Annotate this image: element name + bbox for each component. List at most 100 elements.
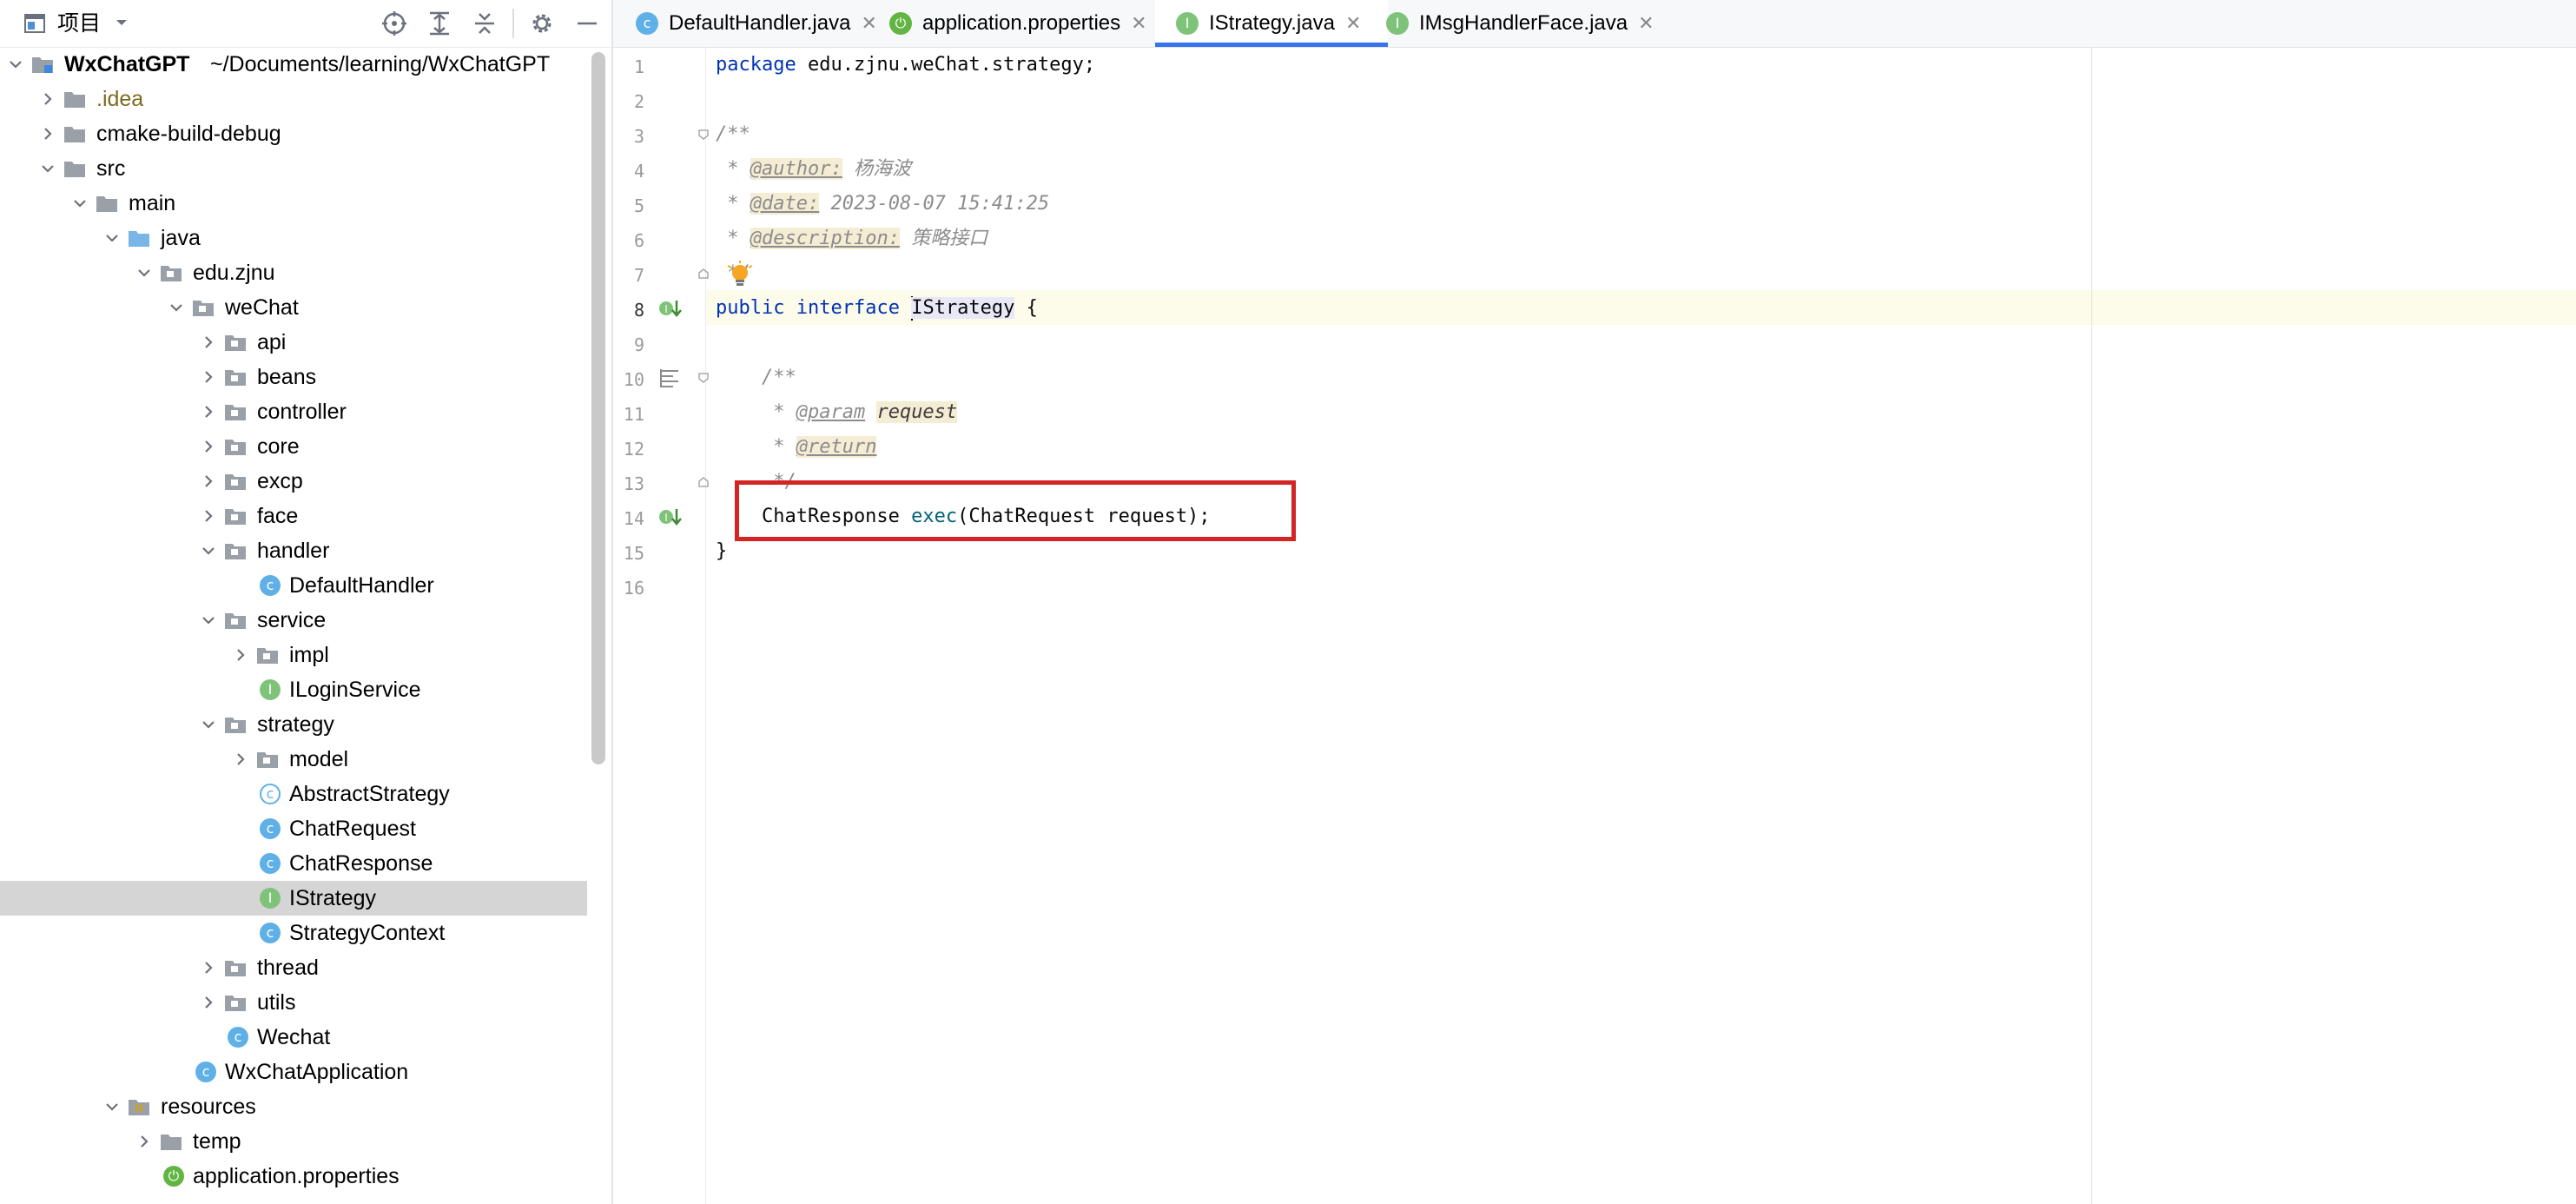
tree-item[interactable]: resources [0, 1089, 587, 1124]
chevron-right-icon[interactable] [200, 959, 217, 976]
tree-item[interactable]: c ChatRequest [0, 811, 587, 846]
tree-item[interactable]: c Wechat [0, 1020, 587, 1055]
line-number[interactable]: 11 [613, 404, 644, 425]
tree-item[interactable]: excp [0, 464, 587, 499]
tree-item[interactable]: edu.zjnu [0, 255, 587, 290]
chevron-down-icon[interactable] [200, 542, 217, 559]
fold-icon[interactable] [697, 129, 710, 141]
tab-application-properties[interactable]: ⏻ application.properties ✕ [879, 0, 1185, 47]
tree-item[interactable]: beans [0, 360, 587, 394]
tree-item[interactable]: face [0, 499, 587, 533]
scrollbar-thumb[interactable] [591, 52, 605, 764]
tree-item[interactable]: temp [0, 1124, 587, 1159]
tree-item[interactable]: impl [0, 638, 587, 672]
chevron-right-icon[interactable] [232, 646, 249, 664]
tree-item[interactable]: .idea [0, 82, 587, 116]
fold-icon[interactable] [697, 268, 710, 280]
fold-icon[interactable] [697, 476, 710, 488]
tree-item-label: IStrategy [289, 886, 377, 910]
tree-item[interactable]: src [0, 151, 587, 186]
gear-icon[interactable] [528, 10, 556, 37]
line-number[interactable]: 5 [613, 195, 644, 216]
chevron-right-icon[interactable] [200, 334, 217, 351]
chevron-down-icon[interactable] [39, 160, 56, 177]
panel-title[interactable]: 项目 [57, 9, 101, 38]
collapse-all-icon[interactable] [471, 10, 499, 37]
chevron-down-icon[interactable] [113, 14, 130, 31]
locate-icon[interactable] [380, 10, 408, 37]
line-number[interactable]: 1 [613, 56, 644, 77]
implemented-icon[interactable]: I [658, 506, 683, 533]
close-icon[interactable]: ✕ [861, 12, 876, 35]
tree-item[interactable]: I IStrategy [0, 881, 587, 916]
line-number[interactable]: 3 [613, 126, 644, 147]
chevron-right-icon[interactable] [39, 125, 56, 142]
chevron-down-icon[interactable] [135, 264, 153, 281]
chevron-down-icon[interactable] [7, 56, 24, 73]
chevron-right-icon[interactable] [200, 473, 217, 490]
tree-item[interactable]: weChat [0, 290, 587, 325]
project-view-icon[interactable] [23, 11, 47, 36]
minimize-icon[interactable] [573, 10, 601, 37]
chevron-down-icon[interactable] [168, 299, 185, 316]
line-number[interactable]: 14 [613, 508, 644, 529]
tree-item[interactable]: handler [0, 533, 587, 568]
chevron-right-icon[interactable] [232, 751, 249, 768]
tree-item[interactable]: ⏻ application.properties [0, 1159, 587, 1194]
lightbulb-icon[interactable] [726, 261, 754, 294]
tree-item[interactable]: controller [0, 394, 587, 429]
tree-item[interactable]: utils [0, 985, 587, 1020]
tree-item[interactable]: WxChatGPT ~/Documents/learning/WxChatGPT [0, 47, 587, 82]
line-number[interactable]: 12 [613, 439, 644, 460]
tree-item[interactable]: cmake-build-debug [0, 116, 587, 151]
line-number[interactable]: 15 [613, 543, 644, 564]
line-number[interactable]: 8 [613, 300, 644, 321]
tree-item[interactable]: thread [0, 950, 587, 985]
tab-defaulthandler[interactable]: c DefaultHandler.java ✕ [625, 0, 914, 47]
line-number[interactable]: 13 [613, 473, 644, 494]
chevron-right-icon[interactable] [200, 368, 217, 386]
line-number[interactable]: 7 [613, 265, 644, 286]
implemented-icon[interactable]: I [658, 297, 683, 324]
tree-item[interactable]: service [0, 603, 587, 638]
line-number[interactable]: 10 [613, 369, 644, 390]
tree-item[interactable]: c WxChatApplication [0, 1055, 587, 1089]
tree-item[interactable]: c ChatResponse [0, 846, 587, 881]
tree-item[interactable]: core [0, 429, 587, 464]
chevron-down-icon[interactable] [103, 1098, 121, 1115]
line-number[interactable]: 16 [613, 578, 644, 599]
chevron-down-icon[interactable] [200, 716, 217, 733]
close-icon[interactable]: ✕ [1638, 12, 1654, 35]
chevron-right-icon[interactable] [200, 403, 217, 420]
tree-item[interactable]: I ILoginService [0, 672, 587, 707]
line-number[interactable]: 6 [613, 230, 644, 251]
chevron-right-icon[interactable] [200, 438, 217, 455]
tab-imsghandlerface[interactable]: I IMsgHandlerFace.java ✕ [1376, 0, 1681, 47]
doc-render-icon[interactable] [658, 367, 681, 394]
chevron-right-icon[interactable] [39, 90, 56, 108]
tab-istrategy[interactable]: I IStrategy.java ✕ [1155, 0, 1388, 47]
interface-icon: I [1176, 12, 1199, 35]
close-icon[interactable]: ✕ [1345, 12, 1361, 35]
tree-item[interactable]: c StrategyContext [0, 916, 587, 950]
chevron-down-icon[interactable] [103, 229, 121, 247]
tree-item[interactable]: api [0, 325, 587, 360]
line-number[interactable]: 4 [613, 161, 644, 182]
line-number[interactable]: 9 [613, 334, 644, 355]
tree-item-label: src [96, 156, 126, 181]
chevron-down-icon[interactable] [200, 612, 217, 629]
tree-item[interactable]: c AbstractStrategy [0, 777, 587, 811]
tree-item[interactable]: strategy [0, 707, 587, 742]
chevron-right-icon[interactable] [200, 994, 217, 1011]
line-number[interactable]: 2 [613, 91, 644, 112]
tree-item[interactable]: main [0, 186, 587, 221]
expand-all-icon[interactable] [426, 10, 453, 37]
chevron-down-icon[interactable] [71, 195, 89, 212]
tree-item[interactable]: model [0, 742, 587, 777]
close-icon[interactable]: ✕ [1131, 12, 1146, 35]
tree-item[interactable]: java [0, 221, 587, 255]
chevron-right-icon[interactable] [135, 1133, 153, 1150]
tree-item[interactable]: c DefaultHandler [0, 568, 587, 603]
fold-icon[interactable] [697, 372, 710, 384]
chevron-right-icon[interactable] [200, 507, 217, 525]
